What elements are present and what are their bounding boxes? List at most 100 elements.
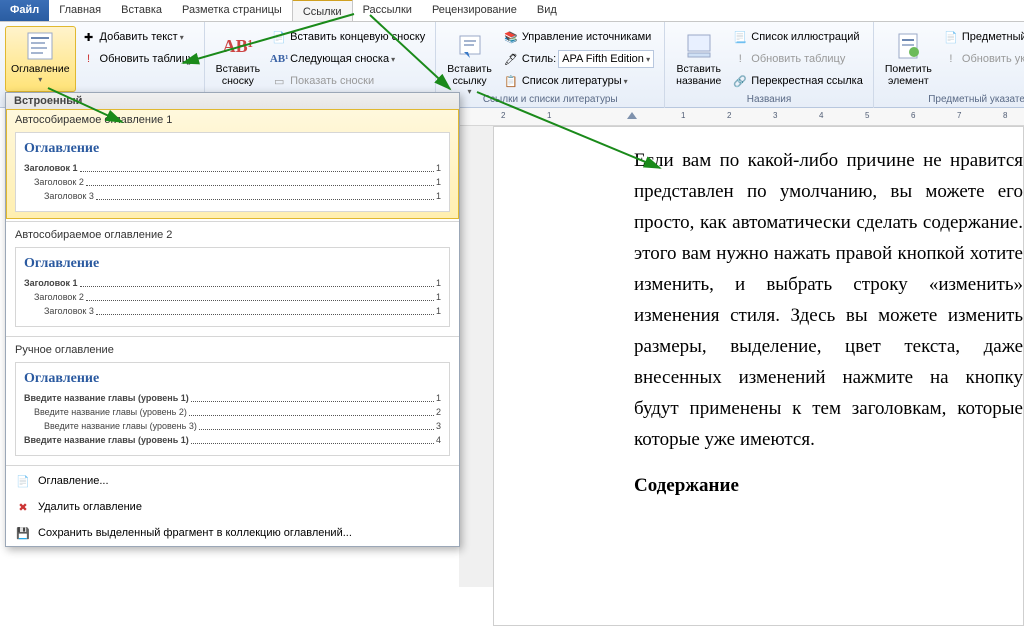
update-toc-button[interactable]: ! Обновить таблицу — [76, 48, 199, 70]
list-icon: 📃 — [732, 29, 748, 45]
show-footnotes-icon: ▭ — [271, 73, 287, 89]
add-text-icon: ✚ — [81, 29, 97, 45]
update-figures-button[interactable]: ! Обновить таблицу — [727, 48, 868, 70]
chevron-down-icon: ▾ — [391, 55, 395, 64]
toc-option-title: Автособираемое оглавление 2 — [15, 229, 450, 241]
content-heading: Содержание — [634, 475, 1023, 497]
toc-line: Заголовок 31 — [24, 304, 441, 318]
bibliography-button[interactable]: 📋 Список литературы ▾ — [498, 70, 659, 92]
next-footnote-icon: AB¹ — [271, 51, 287, 67]
add-text-label: Добавить текст — [100, 31, 178, 43]
toc-preview-title: Оглавление — [24, 139, 441, 157]
insert-caption-button[interactable]: Вставить название — [670, 26, 727, 92]
crossref-icon: 🔗 — [732, 73, 748, 89]
chevron-down-icon: ▾ — [624, 77, 628, 86]
body-text: Если вам по какой-либо причине не нравит… — [634, 145, 1023, 455]
toc-custom-label: Оглавление... — [38, 475, 109, 487]
insert-endnote-button[interactable]: 📄 Вставить концевую сноску — [266, 26, 430, 48]
insert-citation-button[interactable]: Вставить ссылку ▾ — [441, 26, 498, 92]
citation-style-button[interactable]: 🖊 Стиль: APA Fifth Edition — [498, 48, 659, 70]
endnote-icon: 📄 — [271, 29, 287, 45]
toc-button[interactable]: Оглавление ▾ — [5, 26, 76, 92]
next-footnote-label: Следующая сноска — [290, 53, 389, 65]
toc-option[interactable]: Автособираемое оглавление 1 Оглавление Заг… — [6, 109, 459, 219]
update-icon: ! — [732, 51, 748, 67]
toc-preview-title: Оглавление — [24, 369, 441, 387]
update-figures-label: Обновить таблицу — [751, 53, 845, 65]
toc-gallery: Встроенный Автособираемое оглавление 1 Ог… — [5, 92, 460, 547]
insert-footnote-button[interactable]: AB¹ Вставить сноску — [210, 26, 267, 92]
mark-entry-button[interactable]: Пометить элемент — [879, 26, 938, 92]
group-index-label: Предметный указатель — [879, 93, 1024, 108]
tab-view[interactable]: Вид — [527, 0, 567, 21]
insert-footnote-label: Вставить сноску — [216, 63, 261, 87]
separator — [6, 221, 459, 222]
toc-line: Заголовок 11 — [24, 276, 441, 290]
manage-sources-icon: 📚 — [503, 29, 519, 45]
document-area: 21123456789 Если вам по какой-либо причи… — [459, 108, 1024, 587]
toc-remove-label: Удалить оглавление — [38, 501, 142, 513]
toc-line: Заголовок 21 — [24, 175, 441, 189]
caption-icon — [683, 30, 715, 62]
update-icon: ! — [943, 51, 959, 67]
group-captions-label: Названия — [670, 93, 868, 108]
toc-line: Заголовок 11 — [24, 161, 441, 175]
toc-preview: Оглавление Введите название главы (уровен… — [15, 362, 450, 456]
tab-references[interactable]: Ссылки — [292, 0, 353, 21]
toc-line: Введите название главы (уровень 1)4 — [24, 433, 441, 447]
toc-line: Заголовок 21 — [24, 290, 441, 304]
tab-home[interactable]: Главная — [49, 0, 111, 21]
tab-review[interactable]: Рецензирование — [422, 0, 527, 21]
group-citations-label: Ссылки и списки литературы — [441, 93, 659, 108]
tab-insert[interactable]: Вставка — [111, 0, 172, 21]
insert-citation-label: Вставить ссылку — [447, 63, 492, 87]
toc-save-selection-button[interactable]: 💾 Сохранить выделенный фрагмент в коллек… — [6, 520, 459, 546]
toc-option[interactable]: Автособираемое оглавление 2 Оглавление Заг… — [6, 224, 459, 334]
insert-index-button[interactable]: 📄 Предметный указатель — [938, 26, 1024, 48]
next-footnote-button[interactable]: AB¹ Следующая сноска ▾ — [266, 48, 430, 70]
tab-mailings[interactable]: Рассылки — [353, 0, 422, 21]
toc-remove-button[interactable]: ✖ Удалить оглавление — [6, 494, 459, 520]
update-index-label: Обновить указатель — [962, 53, 1024, 65]
toc-preview: Оглавление Заголовок 11Заголовок 21Заголо… — [15, 247, 450, 327]
toc-custom-button[interactable]: 📄 Оглавление... — [6, 468, 459, 494]
toc-preview-title: Оглавление — [24, 254, 441, 272]
tab-layout[interactable]: Разметка страницы — [172, 0, 292, 21]
cross-reference-button[interactable]: 🔗 Перекрестная ссылка — [727, 70, 868, 92]
toc-preview: Оглавление Заголовок 11Заголовок 21Заголо… — [15, 132, 450, 212]
gallery-header: Встроенный — [6, 93, 459, 109]
group-index: Пометить элемент 📄 Предметный указатель … — [874, 22, 1024, 108]
cross-reference-label: Перекрестная ссылка — [751, 75, 863, 87]
table-of-figures-button[interactable]: 📃 Список иллюстраций — [727, 26, 868, 48]
endnote-label: Вставить концевую сноску — [290, 31, 425, 43]
toc-line: Введите название главы (уровень 1)1 — [24, 391, 441, 405]
style-label: Стиль: — [522, 53, 556, 65]
toc-line: Заголовок 31 — [24, 189, 441, 203]
table-of-figures-label: Список иллюстраций — [751, 31, 859, 43]
insert-index-label: Предметный указатель — [962, 31, 1024, 43]
show-footnotes-button[interactable]: ▭ Показать сноски — [266, 70, 430, 92]
style-select[interactable]: APA Fifth Edition — [558, 50, 654, 68]
insert-caption-label: Вставить название — [676, 63, 721, 87]
manage-sources-label: Управление источниками — [522, 31, 651, 43]
toc-line: Введите название главы (уровень 2)2 — [24, 405, 441, 419]
separator — [6, 336, 459, 337]
update-toc-label: Обновить таблицу — [100, 53, 194, 65]
indent-marker[interactable] — [627, 112, 637, 119]
update-icon: ! — [81, 51, 97, 67]
add-text-button[interactable]: ✚ Добавить текст ▾ — [76, 26, 199, 48]
bibliography-icon: 📋 — [503, 73, 519, 89]
group-citations: Вставить ссылку ▾ 📚 Управление источника… — [436, 22, 665, 108]
manage-sources-button[interactable]: 📚 Управление источниками — [498, 26, 659, 48]
tab-file[interactable]: Файл — [0, 0, 49, 21]
toc-option-title: Автособираемое оглавление 1 — [15, 114, 450, 126]
toc-remove-icon: ✖ — [14, 498, 32, 516]
toc-option[interactable]: Ручное оглавлениеОглавлениеВведите назва… — [6, 339, 459, 463]
ruler[interactable]: 21123456789 — [459, 108, 1024, 126]
toc-save-label: Сохранить выделенный фрагмент в коллекци… — [38, 527, 352, 539]
page[interactable]: Если вам по какой-либо причине не нравит… — [493, 126, 1024, 626]
toc-custom-icon: 📄 — [14, 472, 32, 490]
footnote-icon: AB¹ — [222, 30, 254, 62]
update-index-button[interactable]: ! Обновить указатель — [938, 48, 1024, 70]
toc-label: Оглавление — [11, 63, 70, 75]
